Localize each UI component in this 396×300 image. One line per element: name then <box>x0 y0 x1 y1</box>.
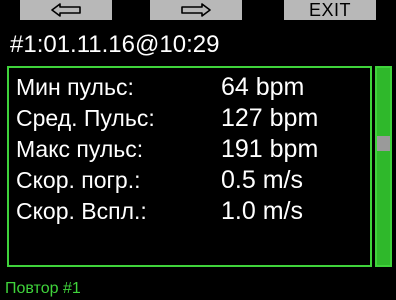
stat-label: Скор. Вспл.: <box>16 198 147 224</box>
forward-button[interactable] <box>150 0 242 20</box>
repeat-dive-label: Повтор #1 <box>5 280 81 297</box>
stat-label: Макс пульс: <box>16 136 144 162</box>
arrow-right-icon <box>181 3 211 17</box>
dive-log-screen: EXIT #1:01.11.16@10:29 Мин пульс: 64 bpm… <box>0 0 396 300</box>
softkey-bar: EXIT <box>0 0 396 20</box>
back-button[interactable] <box>20 0 112 20</box>
exit-button[interactable]: EXIT <box>284 0 376 20</box>
stat-label: Скор. погр.: <box>16 167 141 193</box>
stat-value: 64 bpm <box>221 73 305 101</box>
arrow-left-icon <box>51 3 81 17</box>
stat-value: 1.0 m/s <box>221 197 303 225</box>
stat-value: 191 bpm <box>221 135 319 163</box>
dive-title: #1:01.11.16@10:29 <box>10 31 220 58</box>
stats-panel: Мин пульс: 64 bpm Сред. Пульс: 127 bpm М… <box>7 66 372 267</box>
stat-label: Мин пульс: <box>16 74 134 100</box>
scrollbar-thumb[interactable] <box>377 136 390 151</box>
stat-value: 0.5 m/s <box>221 166 303 194</box>
scrollbar[interactable] <box>375 66 392 267</box>
stat-label: Сред. Пульс: <box>16 105 155 131</box>
exit-button-label: EXIT <box>308 0 351 20</box>
stat-value: 127 bpm <box>221 104 319 132</box>
